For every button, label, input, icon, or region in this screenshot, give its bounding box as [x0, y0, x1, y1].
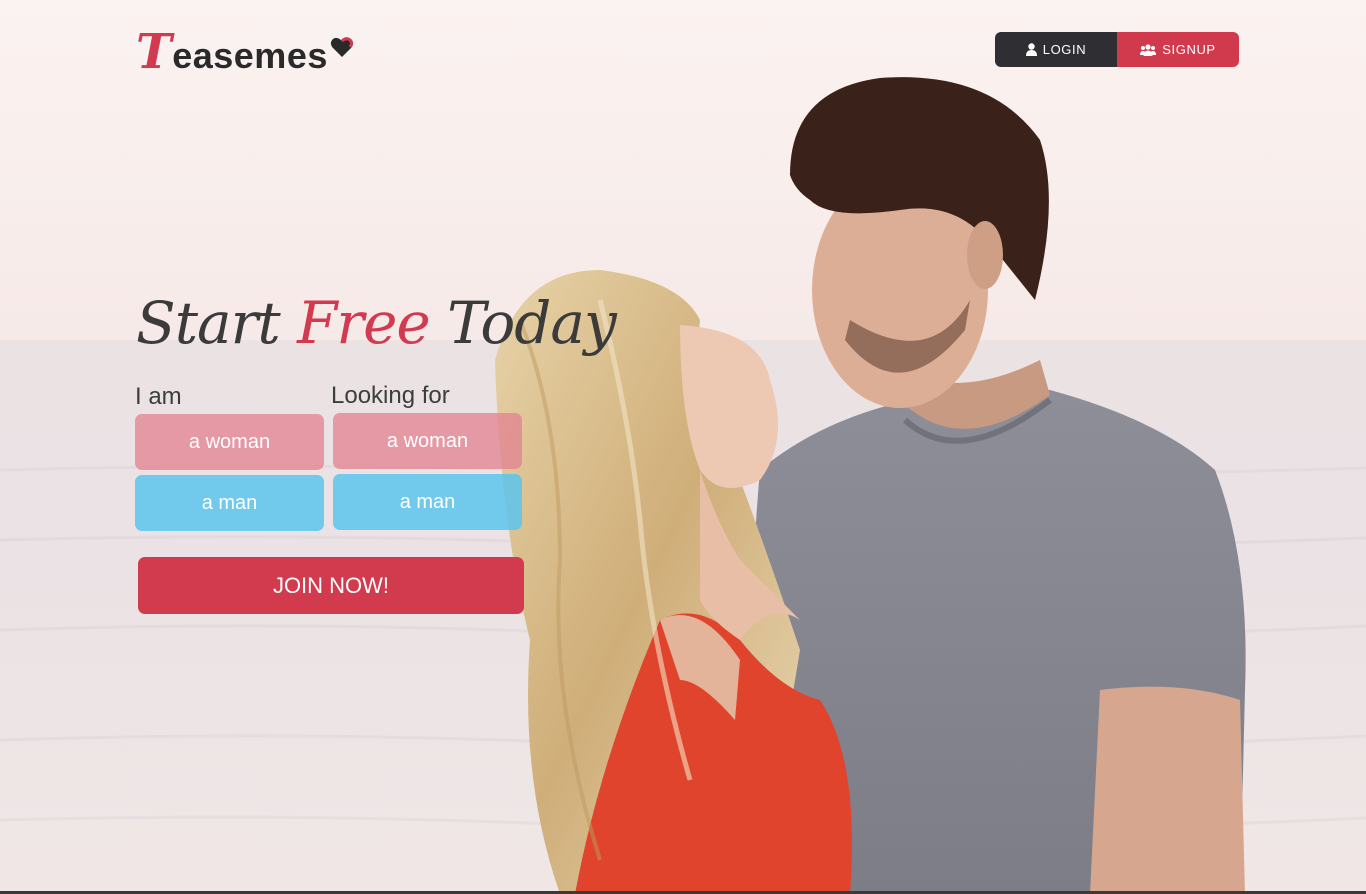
looking-for-man-option[interactable]: a man [333, 474, 522, 530]
login-label: LOGIN [1042, 42, 1087, 57]
headline-free: Free [297, 289, 431, 357]
signup-button[interactable]: SIGNUP [1117, 32, 1239, 67]
i-am-man-option[interactable]: a man [135, 475, 324, 531]
heart-icon [330, 37, 353, 57]
join-now-button[interactable]: JOIN NOW! [138, 557, 524, 614]
looking-for-woman-option[interactable]: a woman [333, 413, 522, 469]
i-am-woman-option[interactable]: a woman [135, 414, 324, 470]
site-logo[interactable]: Teasemes [136, 22, 354, 82]
logo-wordmark: Teasemes [136, 24, 328, 80]
auth-buttons: LOGIN SIGNUP [995, 32, 1239, 67]
i-am-label: I am [135, 383, 182, 410]
group-icon [1140, 43, 1157, 56]
headline-start: Start [136, 289, 281, 357]
user-icon [1025, 43, 1037, 56]
looking-for-label: Looking for [331, 382, 450, 409]
hero-headline: Start Free Today [136, 278, 617, 368]
headline-today: Today [447, 289, 617, 357]
login-button[interactable]: LOGIN [995, 32, 1117, 67]
signup-label: SIGNUP [1162, 42, 1216, 57]
